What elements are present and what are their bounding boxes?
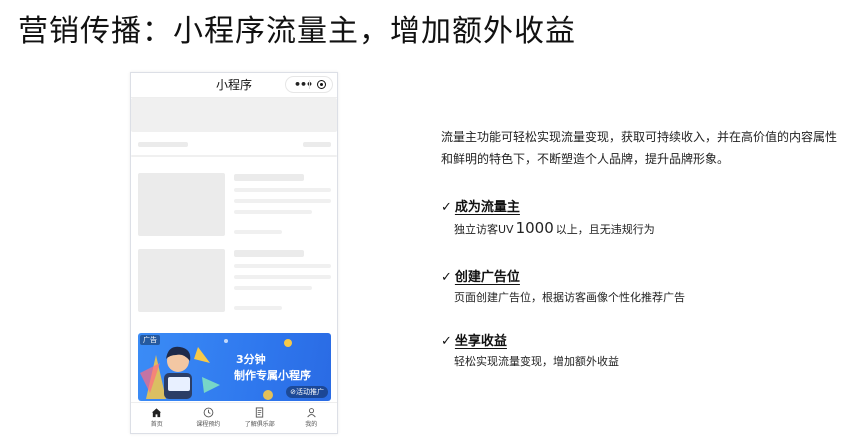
- tab-label: 首页: [150, 421, 163, 428]
- skeleton-line: [234, 306, 282, 310]
- tab-label: 了解俱乐部: [244, 421, 275, 428]
- feature-subtext: 页面创建广告位，根据访客画像个性化推荐广告: [454, 291, 685, 304]
- feature-subtext: 独立访客UV 1000 以上，且无违规行为: [454, 219, 655, 237]
- skeleton-line: [234, 210, 312, 214]
- tab-club[interactable]: 了解俱乐部: [234, 403, 286, 433]
- feature-heading: ✓ 成为流量主: [441, 196, 520, 215]
- tab-booking[interactable]: 课程预约: [183, 403, 235, 433]
- ad-banner[interactable]: 广告 3分钟 制作专属小程序 ⊘活动推广: [138, 333, 331, 401]
- user-icon: [307, 408, 316, 418]
- uv-threshold: 1000: [515, 219, 554, 237]
- feature-title: 成为流量主: [454, 200, 520, 215]
- tab-bar: 首页 课程预约 了解俱乐部 我的: [131, 402, 337, 433]
- home-icon: [152, 408, 162, 418]
- feature-heading: ✓ 坐享收益: [441, 330, 507, 349]
- feature-title: 创建广告位: [454, 270, 520, 285]
- skeleton-image: [138, 249, 225, 312]
- capsule-divider: [309, 80, 310, 89]
- feature-description: 流量主功能可轻松实现流量变现，获取可持续收入，并在高价值的内容属性和鲜明的特色下…: [441, 130, 838, 166]
- skeleton-line: [234, 230, 282, 234]
- ad-promo-button[interactable]: ⊘活动推广: [286, 386, 328, 398]
- capsule-menu[interactable]: •••: [285, 76, 333, 93]
- feature-sub-prefix: 独立访客UV: [454, 223, 514, 236]
- slide-title: 营销传播：小程序流量主，增加额外收益: [18, 14, 576, 49]
- skeleton-line: [234, 286, 312, 290]
- feature-subtext: 轻松实现流量变现，增加额外收益: [454, 355, 619, 368]
- check-icon: ✓: [441, 200, 452, 215]
- ad-tag: 广告: [140, 335, 160, 345]
- phone-mockup: 小程序 ••• 广告 3分钟 制作专属小程序 ⊘活动推广 首页 课程预约 了解俱…: [130, 72, 338, 434]
- skeleton-line: [234, 188, 331, 192]
- skeleton-line: [234, 199, 331, 203]
- clock-icon: [203, 407, 214, 418]
- feature-heading: ✓ 创建广告位: [441, 266, 520, 285]
- ad-headline: 3分钟: [236, 353, 266, 366]
- skeleton-image: [138, 173, 225, 236]
- skeleton-banner: [131, 98, 337, 132]
- skeleton-line: [234, 264, 331, 268]
- feature-title: 坐享收益: [454, 334, 507, 349]
- tab-mine[interactable]: 我的: [286, 403, 338, 433]
- skeleton-divider: [131, 155, 337, 157]
- tab-label: 课程预约: [196, 421, 221, 428]
- tab-home[interactable]: 首页: [131, 403, 183, 433]
- skeleton-line: [234, 275, 331, 279]
- check-icon: ✓: [441, 334, 452, 349]
- close-target-icon[interactable]: [317, 80, 326, 89]
- skeleton-line: [234, 250, 304, 257]
- feature-sub-suffix: 以上，且无违规行为: [555, 223, 655, 236]
- skeleton-line: [138, 142, 188, 147]
- skeleton-line: [234, 174, 304, 181]
- document-icon: [256, 407, 264, 418]
- tab-label: 我的: [305, 421, 318, 428]
- mini-program-navbar: 小程序 •••: [131, 73, 337, 98]
- check-icon: ✓: [441, 270, 452, 285]
- ad-subheadline: 制作专属小程序: [234, 369, 311, 382]
- skeleton-line: [303, 142, 331, 147]
